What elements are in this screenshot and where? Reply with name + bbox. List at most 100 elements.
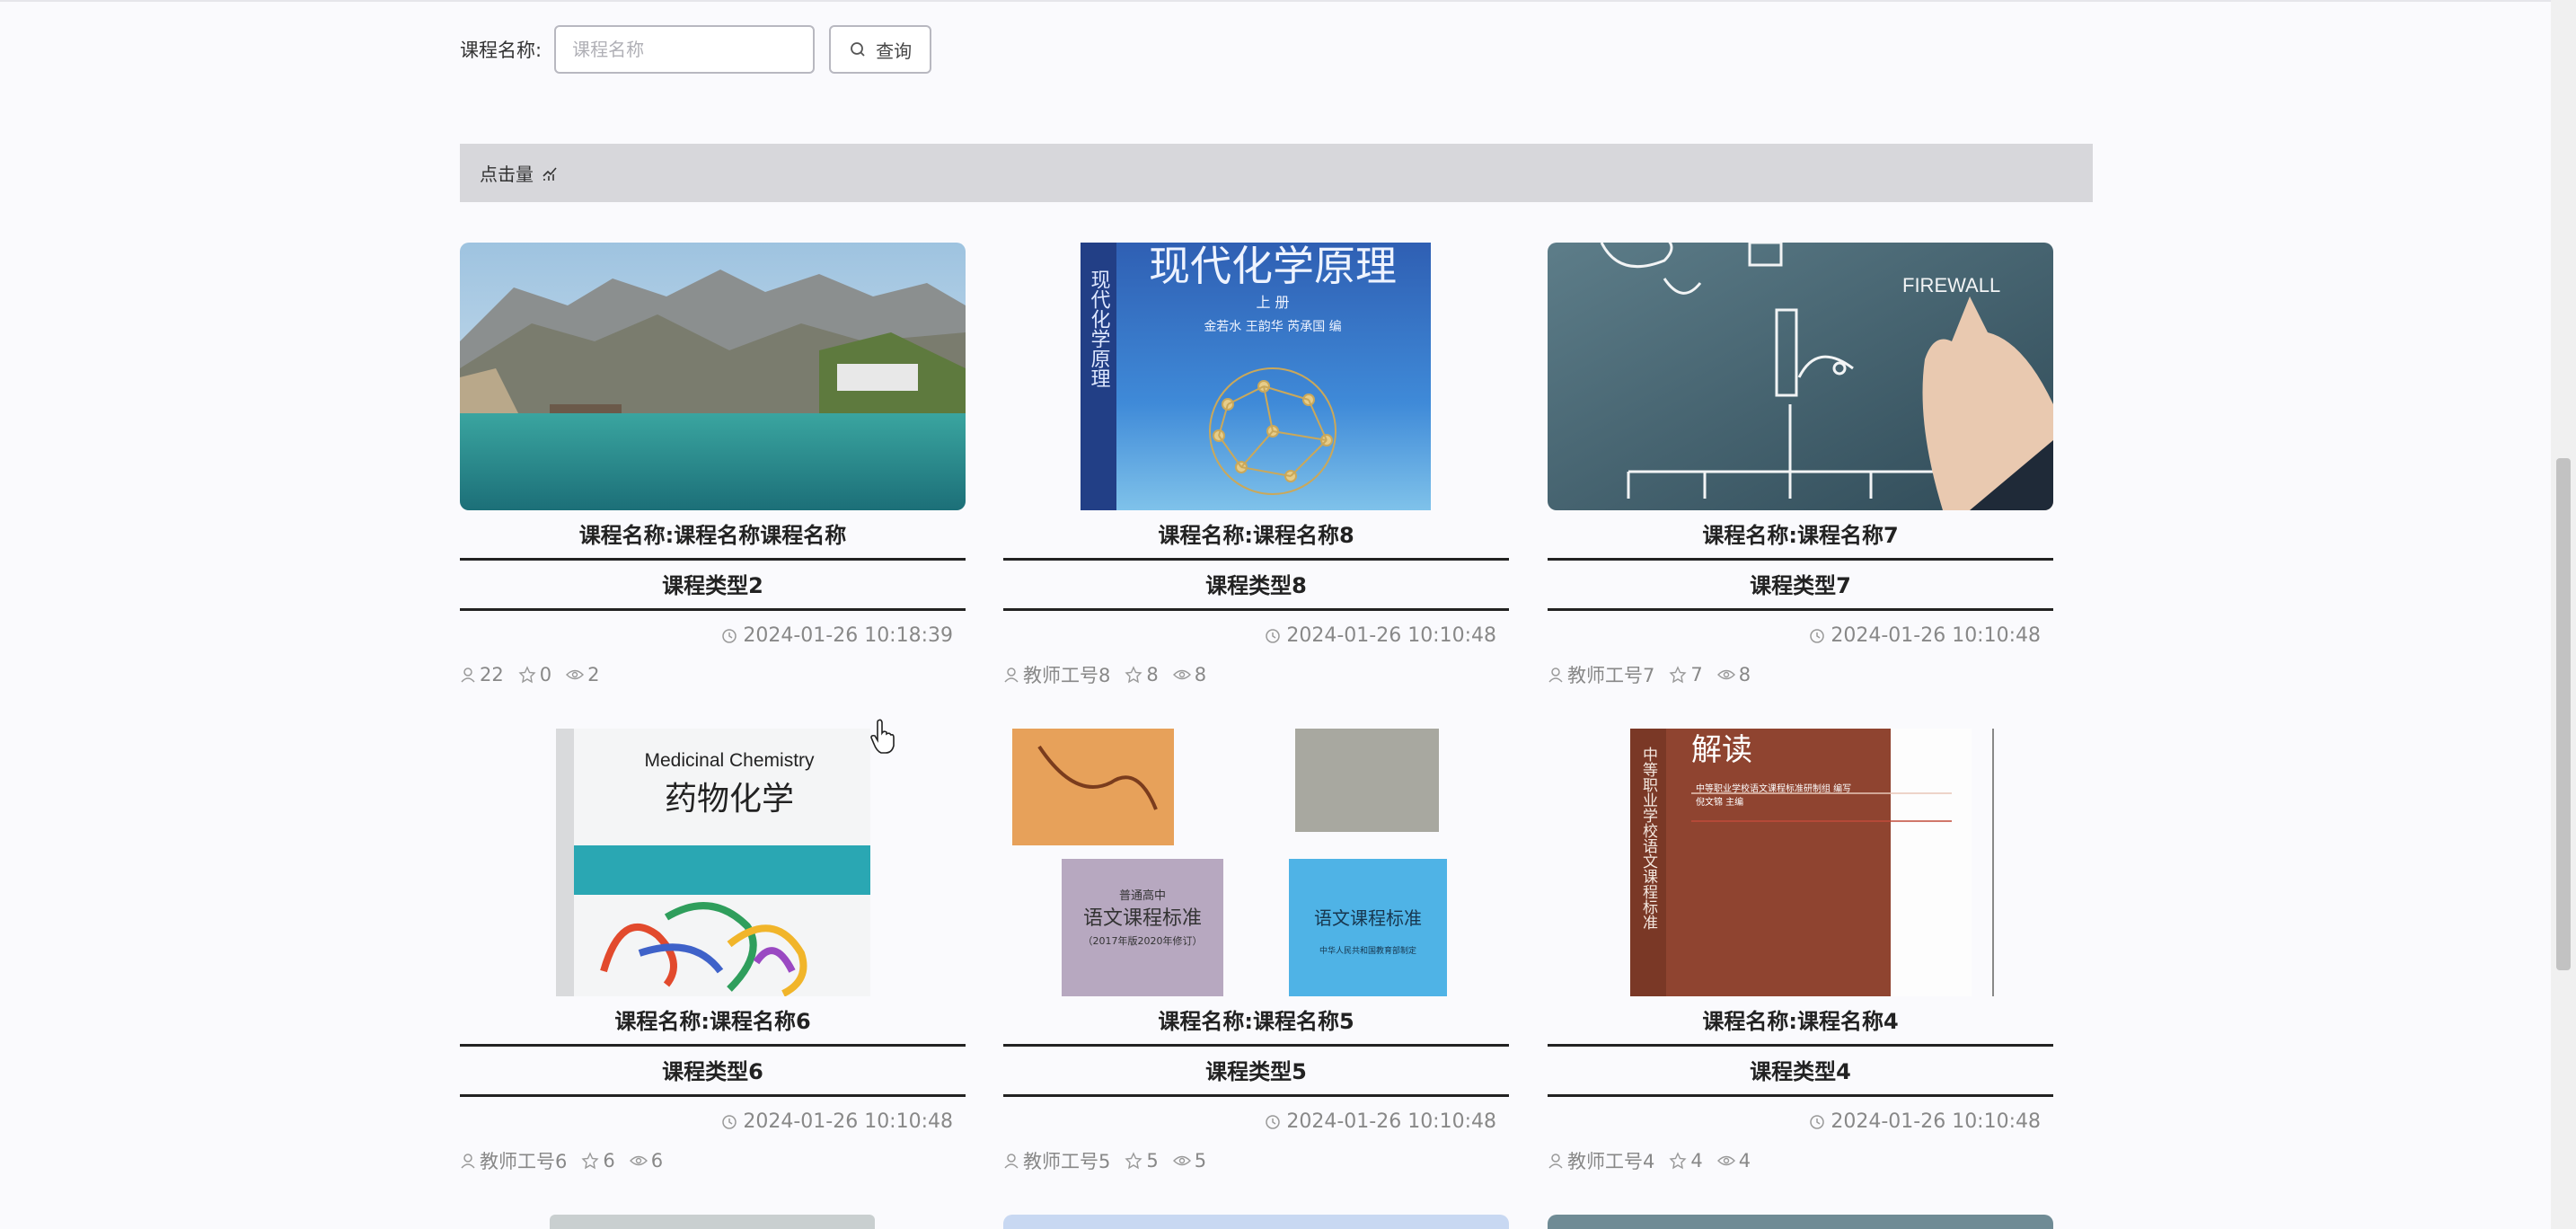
clock-icon [722,1115,737,1129]
star-icon [1125,666,1142,684]
course-title[interactable]: 课程名称:课程名称5 [1003,996,1509,1047]
user-icon [1004,1154,1019,1169]
course-meta: 教师工号4 4 4 [1548,1147,2053,1174]
user-icon [1548,1154,1563,1169]
course-type: 课程类型6 [460,1047,966,1097]
course-time: 2024-01-26 10:10:48 [1003,1097,1509,1147]
teacher-id: 教师工号8 [1023,665,1111,686]
std-book-top: 普通高中 [1119,889,1166,903]
teacher-id: 教师工号5 [1023,1151,1111,1172]
chem-book-volume: 上 册 [1256,294,1289,311]
star-icon [1669,666,1687,684]
chem-book-authors: 金若水 王韵华 芮承国 编 [1204,319,1341,334]
clock-icon [1810,1115,1825,1129]
course-time: 2024-01-26 10:10:48 [1003,611,1509,661]
chem-spine-text: 现代化学原理 [1088,270,1111,388]
course-image-brown-book[interactable]: 中等职业学校语文课程标准 解读 中等职业学校语文课程标准研制组 编写 倪文锦 主… [1548,729,2053,996]
med-chinese-title: 药物化学 [665,781,794,818]
course-title[interactable]: 课程名称:课程名称8 [1003,510,1509,561]
page-scrollbar[interactable] [2551,0,2576,1229]
course-image-partial[interactable] [550,1215,875,1229]
top-divider [0,0,2576,2]
eye-icon [1172,1155,1191,1166]
scrollbar-thumb[interactable] [2556,458,2571,970]
star-icon [581,1152,599,1170]
view-count: 8 [1194,664,1207,685]
sort-by-clicks[interactable]: 点击量 [480,160,534,186]
course-type: 课程类型5 [1003,1047,1509,1097]
course-meta: 教师工号6 6 6 [460,1147,966,1174]
view-count: 4 [1738,1150,1751,1172]
course-name-input[interactable] [554,25,816,74]
chem-book-title: 现代化学原理 [1149,243,1397,290]
brown-book-subtitle: 中等职业学校语文课程标准研制组 编写 [1696,782,1851,794]
std-book-publisher: 中华人民共和国教育部制定 [1319,945,1416,956]
course-title[interactable]: 课程名称:课程名称7 [1548,510,2053,561]
clock-icon [1266,1115,1281,1129]
course-image-medicinal-chemistry[interactable]: Medicinal Chemistry 药物化学 [460,729,966,996]
sort-bar: 点击量 [460,144,2093,202]
view-count: 2 [587,664,600,685]
course-meta: 22 0 2 [460,661,966,688]
trend-chart-icon[interactable] [541,164,559,182]
course-time: 2024-01-26 10:10:48 [460,1097,966,1147]
std-book-right-title: 语文课程标准 [1314,907,1422,929]
course-title[interactable]: 课程名称:课程名称4 [1548,996,2053,1047]
course-image-firewall[interactable]: FIREWALL [1548,243,2053,510]
brown-book-spine: 中等职业学校语文课程标准 [1639,747,1658,930]
eye-icon [1172,669,1191,680]
eye-icon [1716,1155,1735,1166]
search-button[interactable]: 查询 [829,25,932,74]
favorite-count: 0 [539,664,552,685]
favorite-count: 4 [1690,1150,1703,1172]
view-count: 5 [1194,1150,1207,1172]
search-icon [851,42,865,57]
eye-icon [566,669,585,680]
course-type: 课程类型8 [1003,561,1509,611]
course-card[interactable]: 课程名称:课程名称课程名称 课程类型2 2024-01-26 10:18:39 … [460,243,966,688]
user-icon [1004,668,1019,683]
clock-icon [1266,629,1281,643]
course-card[interactable]: 现代化学原理 现代化学原理 上 册 金若水 王韵华 芮承国 编 课程名称:课程名… [1003,243,1509,688]
teacher-id: 22 [480,664,504,685]
favorite-count: 8 [1146,664,1159,685]
firewall-text: FIREWALL [1902,274,2000,296]
course-title[interactable]: 课程名称:课程名称6 [460,996,966,1047]
view-count: 8 [1738,664,1751,685]
course-time: 2024-01-26 10:18:39 [460,611,966,661]
favorite-count: 7 [1690,664,1703,685]
course-meta: 教师工号5 5 5 [1003,1147,1509,1174]
course-meta: 教师工号7 7 8 [1548,661,2053,688]
hand-cursor-icon [870,719,895,754]
teacher-id: 教师工号6 [480,1151,568,1172]
view-count: 6 [650,1150,664,1172]
user-icon [1548,668,1563,683]
course-image-chinese-standards[interactable]: 普通高中 语文课程标准 （2017年版2020年修订） 语文课程标准 中华人民共… [1003,729,1509,996]
course-title[interactable]: 课程名称:课程名称课程名称 [460,510,966,561]
star-icon [1669,1152,1687,1170]
course-image-partial[interactable] [1548,1215,2053,1229]
clock-icon [1810,629,1825,643]
course-image-lake[interactable] [460,243,966,510]
course-meta: 教师工号8 8 8 [1003,661,1509,688]
course-card[interactable]: FIREWALL 课程名称:课程名称7 课程类型7 2024-01-26 10:… [1548,243,2053,688]
course-time: 2024-01-26 10:10:48 [1548,611,2053,661]
brown-book-title: 解读 [1691,732,1752,768]
course-card[interactable]: Medicinal Chemistry 药物化学 课程名称:课程名称6 课程类型… [460,729,966,1174]
course-type: 课程类型2 [460,561,966,611]
star-icon [1125,1152,1142,1170]
course-image-chemistry-book[interactable]: 现代化学原理 现代化学原理 上 册 金若水 王韵华 芮承国 编 [1003,243,1509,510]
course-card[interactable]: 中等职业学校语文课程标准 解读 中等职业学校语文课程标准研制组 编写 倪文锦 主… [1548,729,2053,1174]
star-icon [518,666,536,684]
favorite-count: 6 [603,1150,615,1172]
course-image-partial[interactable] [1003,1215,1509,1229]
eye-icon [1716,669,1735,680]
std-book-title: 语文课程标准 [1083,907,1202,930]
course-card[interactable]: 普通高中 语文课程标准 （2017年版2020年修订） 语文课程标准 中华人民共… [1003,729,1509,1174]
brown-book-editor: 倪文锦 主编 [1696,796,1743,808]
teacher-id: 教师工号7 [1567,665,1655,686]
user-icon [461,1154,475,1169]
search-bar: 课程名称: 查询 [460,25,932,74]
course-type: 课程类型4 [1548,1047,2053,1097]
favorite-count: 5 [1146,1150,1159,1172]
